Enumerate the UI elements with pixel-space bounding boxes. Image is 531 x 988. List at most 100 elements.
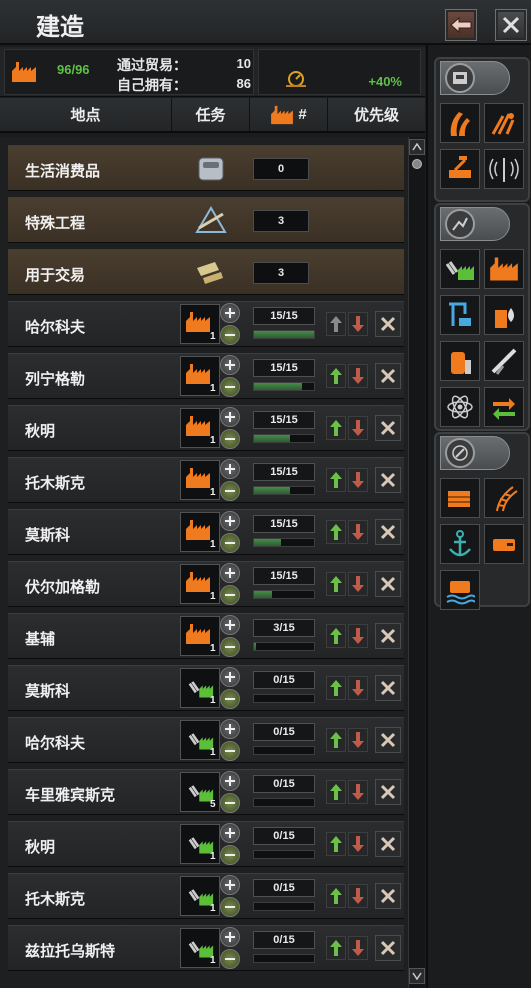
priority-up-button[interactable] [326,884,346,908]
add-level-button[interactable] [220,615,240,635]
cancel-construction-button[interactable] [375,883,401,909]
cancel-construction-button[interactable] [375,675,401,701]
construction-row[interactable]: 莫斯科 1 0/15 [8,665,404,711]
add-level-button[interactable] [220,719,240,739]
construction-row[interactable]: 伏尔加格勒 1 15/15 [8,561,404,607]
add-level-button[interactable] [220,667,240,687]
priority-up-button[interactable] [326,312,346,336]
priority-down-button[interactable] [348,728,368,752]
add-level-button[interactable] [220,927,240,947]
building-type-button[interactable]: 1 [180,824,220,864]
construction-row[interactable]: 托木斯克 1 0/15 [8,873,404,919]
fuel-silo-button[interactable] [440,341,480,381]
priority-up-button[interactable] [326,676,346,700]
construction-row[interactable]: 秋明 1 15/15 [8,405,404,451]
building-type-button[interactable]: 1 [180,408,220,448]
nuclear-reactor-button[interactable] [440,387,480,427]
building-type-button[interactable]: 1 [180,616,220,656]
construction-row[interactable]: 哈尔科夫 1 0/15 [8,717,404,763]
scroll-down-button[interactable] [409,968,425,984]
cancel-construction-button[interactable] [375,467,401,493]
priority-down-button[interactable] [348,312,368,336]
special-row[interactable]: 用于交易 3 [8,249,404,295]
building-type-button[interactable]: 1 [180,512,220,552]
building-type-button[interactable]: 1 [180,564,220,604]
column-priority[interactable]: 优先级 [328,98,425,131]
remove-level-button[interactable] [220,377,240,397]
priority-up-button[interactable] [326,780,346,804]
priority-up-button[interactable] [326,416,346,440]
add-level-button[interactable] [220,511,240,531]
add-level-button[interactable] [220,875,240,895]
priority-down-button[interactable] [348,884,368,908]
remove-level-button[interactable] [220,637,240,657]
building-type-button[interactable]: 1 [180,460,220,500]
building-type-button[interactable]: 1 [180,304,220,344]
remove-level-button[interactable] [220,429,240,449]
anti-air-button[interactable] [484,103,524,143]
air-base-button[interactable] [440,103,480,143]
remove-level-button[interactable] [220,793,240,813]
add-level-button[interactable] [220,823,240,843]
priority-up-button[interactable] [326,364,346,388]
priority-down-button[interactable] [348,780,368,804]
remove-level-button[interactable] [220,689,240,709]
column-task[interactable]: 任务 [172,98,250,131]
coastal-fort-button[interactable] [440,149,480,189]
infrastructure-button[interactable] [484,387,524,427]
add-level-button[interactable] [220,459,240,479]
building-type-button[interactable]: 1 [180,668,220,708]
special-row[interactable]: 特殊工程 3 [8,197,404,243]
priority-down-button[interactable] [348,936,368,960]
cancel-construction-button[interactable] [375,935,401,961]
remove-level-button[interactable] [220,325,240,345]
remove-level-button[interactable] [220,845,240,865]
cancel-construction-button[interactable] [375,363,401,389]
military-factory-button[interactable] [440,249,480,289]
scroll-thumb[interactable] [412,159,422,169]
building-type-button[interactable]: 1 [180,928,220,968]
priority-down-button[interactable] [348,624,368,648]
priority-up-button[interactable] [326,728,346,752]
naval-dockyard-button[interactable] [440,295,480,335]
priority-down-button[interactable] [348,520,368,544]
scroll-up-button[interactable] [409,139,425,155]
priority-down-button[interactable] [348,468,368,492]
supply-hub-button[interactable] [440,478,480,518]
close-button[interactable] [495,9,527,41]
priority-up-button[interactable] [326,832,346,856]
cancel-construction-button[interactable] [375,519,401,545]
building-type-button[interactable]: 1 [180,876,220,916]
building-type-button[interactable]: 1 [180,720,220,760]
cancel-construction-button[interactable] [375,415,401,441]
priority-down-button[interactable] [348,364,368,388]
radar-button[interactable] [484,149,524,189]
remove-level-button[interactable] [220,897,240,917]
construction-row[interactable]: 哈尔科夫 1 15/15 [8,301,404,347]
add-level-button[interactable] [220,563,240,583]
coastal-bunker-button[interactable] [440,570,480,610]
cancel-construction-button[interactable] [375,623,401,649]
cancel-construction-button[interactable] [375,311,401,337]
cancel-construction-button[interactable] [375,779,401,805]
logistics-group-header[interactable] [440,436,510,470]
add-level-button[interactable] [220,355,240,375]
priority-down-button[interactable] [348,676,368,700]
construction-row[interactable]: 兹拉托乌斯特 1 0/15 [8,925,404,971]
priority-up-button[interactable] [326,624,346,648]
defense-group-header[interactable] [440,61,510,95]
railway-button[interactable] [484,478,524,518]
land-fort-button[interactable] [484,524,524,564]
add-level-button[interactable] [220,303,240,323]
remove-level-button[interactable] [220,741,240,761]
cancel-construction-button[interactable] [375,571,401,597]
cancel-construction-button[interactable] [375,727,401,753]
construction-row[interactable]: 列宁格勒 1 15/15 [8,353,404,399]
cancel-construction-button[interactable] [375,831,401,857]
remove-level-button[interactable] [220,585,240,605]
add-level-button[interactable] [220,407,240,427]
column-location[interactable]: 地点 [0,98,172,131]
column-factory-count[interactable]: # [250,98,328,131]
naval-base-button[interactable] [440,524,480,564]
priority-up-button[interactable] [326,520,346,544]
